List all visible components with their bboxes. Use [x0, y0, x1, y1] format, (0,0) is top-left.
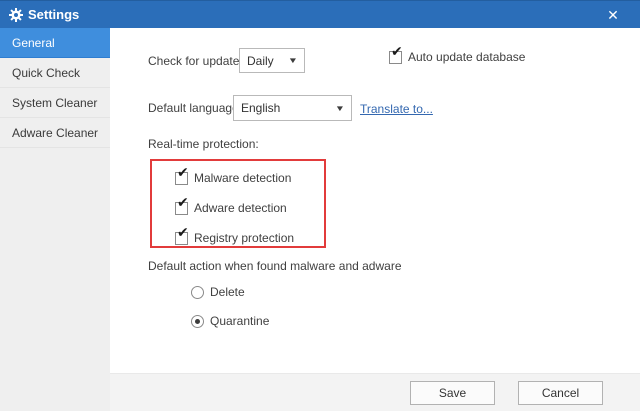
- quarantine-label: Quarantine: [210, 314, 269, 328]
- update-frequency-value: Daily: [247, 54, 274, 68]
- check-icon: ✔: [177, 226, 189, 240]
- malware-detection-checkbox[interactable]: ✔ Malware detection: [175, 171, 291, 185]
- language-value: English: [241, 101, 280, 115]
- sidebar-item-adware-cleaner[interactable]: Adware Cleaner: [0, 118, 110, 148]
- title-bar: Settings ✕: [0, 0, 640, 28]
- check-icon: ✔: [177, 196, 189, 210]
- window-title: Settings: [28, 7, 79, 22]
- red-highlight-box: ✔ Malware detection ✔ Adware detection ✔…: [150, 159, 326, 248]
- default-action-label: Default action when found malware and ad…: [148, 259, 402, 273]
- sidebar-item-quick-check[interactable]: Quick Check: [0, 58, 110, 88]
- registry-protection-label: Registry protection: [194, 231, 294, 245]
- sidebar-item-label: Quick Check: [12, 66, 80, 80]
- sidebar-item-label: System Cleaner: [12, 96, 97, 110]
- realtime-protection-label: Real-time protection:: [148, 137, 259, 151]
- sidebar-item-label: General: [12, 36, 55, 50]
- checkbox-box: ✔: [175, 172, 188, 185]
- checkbox-box: ✔: [389, 51, 402, 64]
- cancel-button[interactable]: Cancel: [518, 381, 603, 405]
- adware-detection-checkbox[interactable]: ✔ Adware detection: [175, 201, 287, 215]
- chevron-down-icon: ▼: [335, 104, 345, 113]
- sidebar-item-label: Adware Cleaner: [12, 126, 98, 140]
- radio-dot-icon: [195, 319, 200, 324]
- sidebar-item-general[interactable]: General: [0, 28, 110, 58]
- chevron-down-icon: ▼: [288, 56, 298, 65]
- checkbox-box: ✔: [175, 202, 188, 215]
- check-icon: ✔: [177, 166, 189, 180]
- auto-update-label: Auto update database: [408, 50, 525, 64]
- check-for-updates-label: Check for updates:: [148, 54, 249, 68]
- delete-radio[interactable]: Delete: [191, 285, 245, 299]
- close-icon[interactable]: ✕: [598, 1, 628, 29]
- sidebar: General Quick Check System Cleaner Adwar…: [0, 28, 110, 411]
- radio-circle: [191, 315, 204, 328]
- footer-bar: Save Cancel: [110, 373, 640, 411]
- sidebar-item-system-cleaner[interactable]: System Cleaner: [0, 88, 110, 118]
- translate-to-link[interactable]: Translate to...: [360, 102, 433, 116]
- save-button[interactable]: Save: [410, 381, 495, 405]
- delete-label: Delete: [210, 285, 245, 299]
- checkbox-box: ✔: [175, 232, 188, 245]
- registry-protection-checkbox[interactable]: ✔ Registry protection: [175, 231, 294, 245]
- radio-circle: [191, 286, 204, 299]
- settings-window: Settings ✕ General Quick Check System Cl…: [0, 0, 640, 411]
- quarantine-radio[interactable]: Quarantine: [191, 314, 269, 328]
- language-dropdown[interactable]: English ▼: [233, 95, 352, 121]
- general-settings-panel: Check for updates: Daily ▼ ✔ Auto update…: [110, 28, 640, 411]
- adware-detection-label: Adware detection: [194, 201, 287, 215]
- update-frequency-dropdown[interactable]: Daily ▼: [239, 48, 305, 73]
- auto-update-checkbox[interactable]: ✔ Auto update database: [389, 50, 525, 64]
- malware-detection-label: Malware detection: [194, 171, 291, 185]
- check-icon: ✔: [391, 45, 403, 59]
- gear-icon: [9, 8, 23, 22]
- default-language-label: Default language:: [148, 101, 242, 115]
